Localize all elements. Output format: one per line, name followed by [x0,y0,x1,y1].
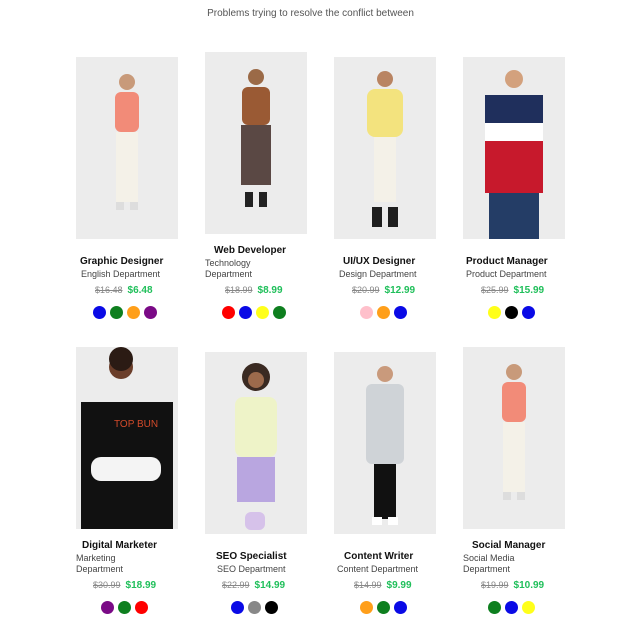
product-image[interactable] [205,52,307,234]
color-swatch-green[interactable] [273,306,286,319]
color-swatch-purple[interactable] [101,601,114,614]
color-swatch-blue[interactable] [394,306,407,319]
product-department: SEO Department [217,564,286,574]
color-swatch-green[interactable] [118,601,131,614]
old-price: $30.99 [93,580,121,590]
product-department: Technology Department [205,258,253,279]
product-title[interactable]: UI/UX Designer [343,256,415,267]
page-subtitle: Problems trying to resolve the conflict … [207,8,414,19]
old-price: $19.99 [481,580,509,590]
old-price: $22.99 [222,580,250,590]
color-swatch-black[interactable] [505,306,518,319]
product-department: Design Department [339,269,417,279]
old-price: $14.99 [354,580,382,590]
product-prices: $25.99 $15.99 [481,285,544,296]
old-price: $18.99 [225,285,253,295]
old-price: $20.99 [352,285,380,295]
color-swatches [231,601,278,614]
color-swatch-gray[interactable] [248,601,261,614]
product-image[interactable] [334,57,436,239]
color-swatch-blue[interactable] [505,601,518,614]
product-prices: $20.99 $12.99 [352,285,415,296]
product-prices: $18.99 $8.99 [225,285,283,296]
product-image[interactable] [76,57,178,239]
color-swatch-green[interactable] [377,601,390,614]
color-swatches [488,306,535,319]
color-swatches [488,601,535,614]
color-swatches [360,601,407,614]
color-swatches [222,306,286,319]
product-prices: $14.99 $9.99 [354,580,412,591]
old-price: $25.99 [481,285,509,295]
sale-price: $14.99 [254,580,286,591]
sale-price: $9.99 [386,580,412,591]
color-swatch-blue[interactable] [231,601,244,614]
product-image[interactable] [205,352,307,534]
color-swatch-pink[interactable] [360,306,373,319]
color-swatches [101,601,148,614]
color-swatches [93,306,157,319]
product-prices: $22.99 $14.99 [222,580,285,591]
product-department: Marketing Department [76,553,124,574]
color-swatch-orange[interactable] [360,601,373,614]
product-title[interactable]: Product Manager [466,256,548,267]
color-swatches [360,306,407,319]
product-title[interactable]: SEO Specialist [216,551,287,562]
product-image[interactable] [334,352,436,534]
sale-price: $18.99 [125,580,157,591]
color-swatch-green[interactable] [488,601,501,614]
color-swatch-red[interactable] [135,601,148,614]
product-title[interactable]: Content Writer [344,551,413,562]
color-swatch-yellow[interactable] [488,306,501,319]
product-prices: $19.99 $10.99 [481,580,544,591]
svg-text:TOP BUN: TOP BUN [114,419,158,430]
sale-price: $10.99 [513,580,545,591]
color-swatch-blue[interactable] [239,306,252,319]
color-swatch-purple[interactable] [144,306,157,319]
old-price: $16.48 [95,285,123,295]
color-swatch-red[interactable] [222,306,235,319]
color-swatch-black[interactable] [265,601,278,614]
product-department: English Department [81,269,161,279]
product-title[interactable]: Social Manager [472,540,545,551]
product-department: Content Department [337,564,419,574]
color-swatch-yellow[interactable] [522,601,535,614]
color-swatch-blue[interactable] [394,601,407,614]
product-prices: $30.99 $18.99 [93,580,156,591]
sale-price: $6.48 [127,285,153,296]
color-swatch-blue[interactable] [93,306,106,319]
product-image[interactable] [463,57,565,239]
sale-price: $15.99 [513,285,545,296]
product-title[interactable]: Web Developer [214,245,286,256]
product-image[interactable]: TOP BUN [76,347,178,529]
color-swatch-blue[interactable] [522,306,535,319]
product-prices: $16.48 $6.48 [95,285,153,296]
color-swatch-green[interactable] [110,306,123,319]
product-department: Product Department [466,269,547,279]
sale-price: $12.99 [384,285,416,296]
product-department: Social Media Department [463,553,515,574]
sale-price: $8.99 [257,285,283,296]
color-swatch-yellow[interactable] [256,306,269,319]
color-swatch-orange[interactable] [377,306,390,319]
color-swatch-orange[interactable] [127,306,140,319]
product-title[interactable]: Digital Marketer [82,540,157,551]
product-image[interactable] [463,347,565,529]
product-title[interactable]: Graphic Designer [80,256,163,267]
